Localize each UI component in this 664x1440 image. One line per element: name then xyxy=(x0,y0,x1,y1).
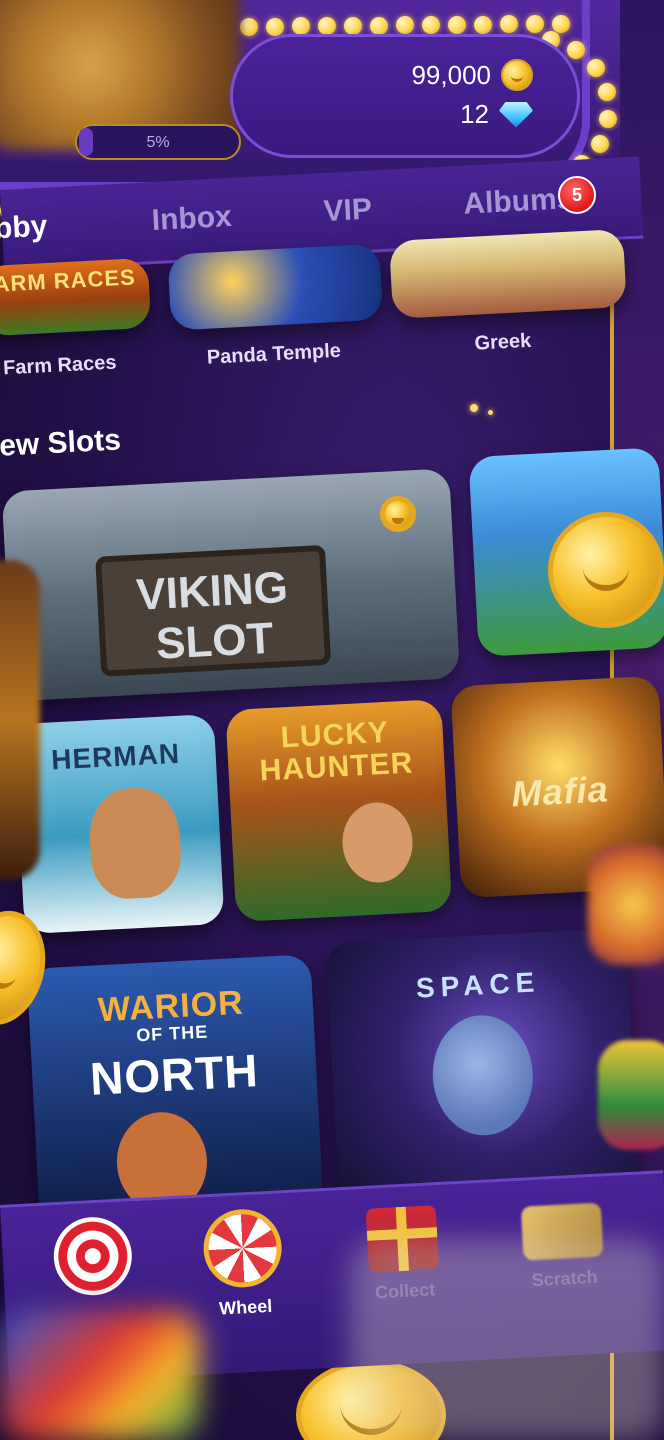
game-tile-greek[interactable] xyxy=(389,228,627,319)
marquee-bulb xyxy=(292,17,310,35)
game-tile-space[interactable]: SPACE xyxy=(325,927,639,1203)
marquee-bulb xyxy=(344,17,362,35)
marquee-bulb xyxy=(370,17,388,35)
level-progress-text: 5% xyxy=(146,134,170,151)
sparkle xyxy=(470,404,478,412)
game-label-greek: Greek xyxy=(473,329,532,355)
level-progress-bar: 5% xyxy=(75,124,241,160)
tab-vip[interactable]: VIP xyxy=(323,193,373,229)
marquee-bulb xyxy=(599,110,617,128)
bottom-blurred-sprite xyxy=(0,1310,200,1440)
marquee-bulb xyxy=(552,15,570,33)
fisherman-title: HERMAN xyxy=(50,737,181,776)
game-tile-panda-temple[interactable] xyxy=(167,243,384,331)
nav-item-wheel[interactable]: Wheel xyxy=(181,1206,307,1321)
marquee-bulb xyxy=(318,17,336,35)
marquee-bulb xyxy=(591,135,609,153)
marquee-bulb xyxy=(567,41,585,59)
warior-title-line3: NORTH xyxy=(88,1044,260,1105)
bottom-blurred-overlay xyxy=(350,1240,664,1440)
mafia-title: Mafia xyxy=(510,768,610,815)
sparkle xyxy=(488,410,493,415)
game-tile-lucky-haunter[interactable]: LUCKY HAUNTER xyxy=(225,698,453,922)
marquee-bulb xyxy=(396,16,414,34)
marquee-bulb xyxy=(448,16,466,34)
albums-notification-badge: 5 xyxy=(558,176,596,214)
coin-icon xyxy=(501,59,533,91)
marquee-bulb xyxy=(526,15,544,33)
balance-panel[interactable]: 99,000 12 xyxy=(230,34,580,158)
game-tile-fisherman[interactable]: HERMAN xyxy=(13,713,225,935)
wheel-icon xyxy=(201,1207,284,1290)
farm-races-art-text: ARM RACES xyxy=(0,264,137,297)
marquee-bulb xyxy=(266,18,284,36)
tab-albums[interactable]: Albums xyxy=(463,182,575,222)
haunter-character xyxy=(340,800,415,885)
gem-amount: 12 xyxy=(460,99,489,129)
game-lobby-content: ARM RACES Farm Races Panda Temple Greek … xyxy=(0,228,664,1228)
marquee-bulb xyxy=(587,59,605,77)
nav-label-wheel: Wheel xyxy=(218,1295,273,1319)
gem-balance: 12 xyxy=(460,99,533,130)
game-tile-warior-of-the-north[interactable]: WARIOR OF THE NORTH xyxy=(26,954,324,1223)
alien-character xyxy=(429,1012,536,1138)
diamond-icon xyxy=(499,101,533,128)
side-popup-blurred xyxy=(0,560,40,880)
marquee-bulb xyxy=(474,16,492,34)
tab-lobby[interactable]: bby xyxy=(0,210,48,247)
viking-title-line2: SLOT xyxy=(154,613,275,669)
coin-balance: 99,000 xyxy=(411,59,533,91)
small-coin-icon xyxy=(380,496,416,532)
section-title-new-slots: ew Slots xyxy=(0,423,122,463)
target-icon xyxy=(51,1215,134,1298)
game-tile-farm-races[interactable]: ARM RACES xyxy=(0,257,152,337)
marquee-bulb xyxy=(598,83,616,101)
marquee-bulb xyxy=(500,15,518,33)
fisherman-character xyxy=(87,785,184,901)
marquee-bulb xyxy=(422,16,440,34)
side-popup-blurred xyxy=(588,845,664,965)
tab-inbox[interactable]: Inbox xyxy=(151,200,233,238)
coin-amount: 99,000 xyxy=(411,59,491,90)
floating-coin-icon xyxy=(548,512,664,628)
nav-label-target xyxy=(35,1302,155,1308)
nav-item-target[interactable] xyxy=(31,1214,155,1308)
space-title: SPACE xyxy=(415,966,541,1004)
game-label-panda-temple: Panda Temple xyxy=(206,339,342,369)
game-label-farm-races: Farm Races xyxy=(2,351,117,380)
marquee-bulb xyxy=(240,18,258,36)
gift-popup-blurred xyxy=(598,1040,664,1150)
viking-sign: VIKING SLOT xyxy=(95,544,332,677)
